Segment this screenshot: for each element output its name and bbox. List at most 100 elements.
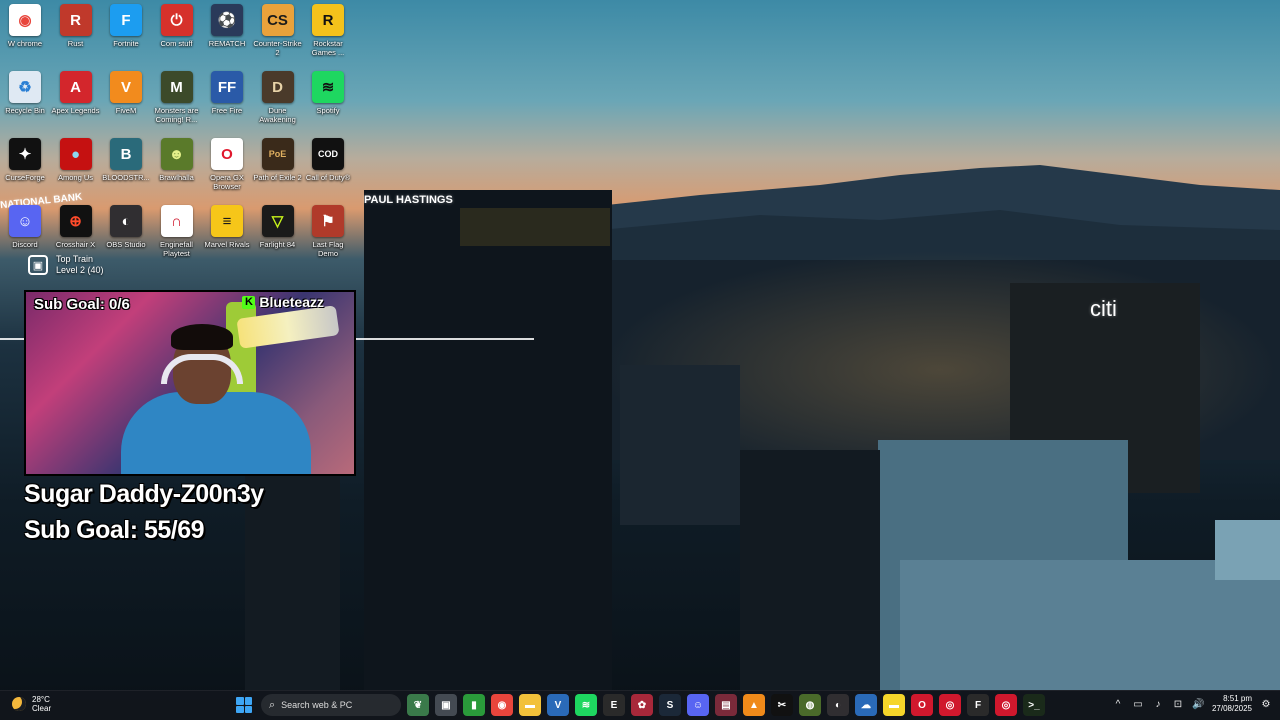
app-icon: COD xyxy=(312,138,344,170)
taskbar-epic-games-icon[interactable]: E xyxy=(603,694,625,716)
desktop-icon-label: Path of Exile 2 xyxy=(253,173,302,182)
taskbar-visual-studio-icon[interactable]: V xyxy=(547,694,569,716)
desktop-icon-label: Fortnite xyxy=(113,39,139,48)
desktop-icon-label: REMATCH xyxy=(208,39,246,48)
desktop-icon[interactable]: ◉ W chrome xyxy=(0,4,50,48)
tray-icon[interactable]: ⊡ xyxy=(1172,699,1184,710)
taskbar-spotify-icon[interactable]: ≋ xyxy=(575,694,597,716)
app-icon: ⚑ xyxy=(312,205,344,237)
app-icon: ≋ xyxy=(312,71,344,103)
top-train-widget[interactable]: ▣ Top Train Level 2 (40) xyxy=(28,254,104,276)
train-icon: ▣ xyxy=(28,255,48,275)
taskbar-red-app-icon[interactable]: ✿ xyxy=(631,694,653,716)
desktop-icon[interactable]: D Dune Awakening xyxy=(253,71,303,124)
desktop-icon-label: Opera GX Browser xyxy=(210,173,244,191)
desktop-icon[interactable]: R Rockstar Games ... xyxy=(303,4,353,57)
weather-desc: Clear xyxy=(32,704,52,713)
desktop-icon[interactable]: ⊕ Crosshair X xyxy=(51,205,101,249)
taskbar-leaf-widget-icon[interactable]: ❦ xyxy=(407,694,429,716)
taskbar-photo-app-icon[interactable]: ▤ xyxy=(715,694,737,716)
desktop-icon[interactable]: PoE Path of Exile 2 xyxy=(253,138,303,182)
desktop-icon-label: Com stuff xyxy=(160,39,193,48)
taskbar-red-app-3-icon[interactable]: ◎ xyxy=(995,694,1017,716)
overlay-sub-goal-text: Sub Goal: 55/69 xyxy=(24,516,205,544)
app-icon: ▽ xyxy=(261,205,294,237)
app-icon: ⚽ xyxy=(211,4,243,36)
desktop-icon[interactable]: R Rust xyxy=(51,4,101,48)
app-icon: ◐ xyxy=(110,205,142,237)
weather-widget[interactable]: 28°C Clear xyxy=(12,695,51,713)
taskbar-chrome-icon[interactable]: ◉ xyxy=(491,694,513,716)
desktop-icon[interactable]: ✦ CurseForge xyxy=(0,138,50,182)
weather-temp: 28°C xyxy=(32,695,50,704)
tray-icons: ^ ▭ ♪ ⊡ 🔊 xyxy=(1112,699,1205,710)
desktop-icon[interactable]: CS Counter-Strike 2 xyxy=(253,4,303,57)
paul-hastings-sign: PAUL HASTINGS xyxy=(364,194,453,206)
desktop-icon[interactable]: A Apex Legends xyxy=(51,71,101,115)
taskbar-faceit-icon[interactable]: F xyxy=(967,694,989,716)
taskbar-vlc-icon[interactable]: ▲ xyxy=(743,694,765,716)
taskbar-opera-gx-icon[interactable]: O xyxy=(911,694,933,716)
app-icon: ≡ xyxy=(211,205,243,237)
citi-sign: citi xyxy=(1090,296,1117,321)
taskbar-green-app-icon[interactable]: ◍ xyxy=(799,694,821,716)
taskbar-weather-app-icon[interactable]: ☁ xyxy=(855,694,877,716)
clock[interactable]: 8:51 pm 27/08/2025 xyxy=(1212,694,1252,714)
desktop-icon-label: Enginefall Playtest xyxy=(160,240,193,258)
desktop-icon[interactable]: ▽ Farlight 84 xyxy=(253,205,303,249)
desktop-icon-label: FiveM xyxy=(115,106,137,115)
taskbar-obs-icon[interactable]: ◐ xyxy=(827,694,849,716)
desktop-icon-label: Monsters are Coming! R... xyxy=(154,106,199,124)
desktop-icon[interactable]: O Opera GX Browser xyxy=(202,138,252,191)
desktop-icon[interactable]: ◐ OBS Studio xyxy=(101,205,151,249)
app-icon: ☻ xyxy=(160,138,193,170)
app-icon: D xyxy=(261,71,294,103)
desktop-icon[interactable]: M Monsters are Coming! R... xyxy=(152,71,202,124)
desktop-icon[interactable]: B BLOODSTR... xyxy=(101,138,151,182)
clock-date: 27/08/2025 xyxy=(1211,704,1252,713)
taskbar-red-app-2-icon[interactable]: ◎ xyxy=(939,694,961,716)
tray-icon[interactable]: ♪ xyxy=(1152,699,1164,710)
taskbar-center: ⌕ Search web & PC ❦ ▣ ▮ ◉ ▬ V ≋ E ✿ S ☺ ▤ ▲ ✂ ◍ ◐ ☁ ▬ O ◎ F ◎… xyxy=(233,694,1045,716)
search-placeholder: Search web & PC xyxy=(281,700,353,710)
desktop-icon-label: Brawlhalla xyxy=(159,173,194,182)
app-icon: ☺ xyxy=(9,205,41,237)
taskbar-task-view-icon[interactable]: ▣ xyxy=(435,694,457,716)
taskbar-discord-icon[interactable]: ☺ xyxy=(687,694,709,716)
desktop-icon[interactable]: ⚽ REMATCH xyxy=(202,4,252,48)
desktop-icon[interactable]: ≡ Marvel Rivals xyxy=(202,205,252,249)
taskbar-xbox-icon[interactable]: ▮ xyxy=(463,694,485,716)
taskbar-sticky-notes-icon[interactable]: ▬ xyxy=(883,694,905,716)
tray-icon[interactable]: ▭ xyxy=(1132,699,1144,710)
desktop-icon-label: Dune Awakening xyxy=(259,106,296,124)
desktop-icon[interactable]: ∩ Enginefall Playtest xyxy=(152,205,202,258)
desktop-icon[interactable]: ⚑ Last Flag Demo xyxy=(303,205,353,258)
tray-icon[interactable]: ^ xyxy=(1112,699,1124,710)
app-icon: CS xyxy=(261,4,294,36)
desktop-icon[interactable]: ☻ Brawlhalla xyxy=(152,138,202,182)
desktop-icon[interactable]: V FiveM xyxy=(101,71,151,115)
desktop-icon-label: Recycle Bin xyxy=(5,106,45,115)
desktop-icon-label: Spotify xyxy=(316,106,340,115)
desktop-icon[interactable]: ● Among Us xyxy=(51,138,101,182)
desktop-icon[interactable]: ☺ Discord xyxy=(0,205,50,249)
taskbar-capcut-icon[interactable]: ✂ xyxy=(771,694,793,716)
desktop-icon[interactable]: ♻ Recycle Bin xyxy=(0,71,50,115)
app-icon: ✦ xyxy=(9,138,41,170)
desktop-icon[interactable]: ⏻ Com stuff xyxy=(152,4,202,48)
start-button[interactable] xyxy=(233,694,255,716)
desktop-icon[interactable]: FF Free Fire xyxy=(202,71,252,115)
app-icon: A xyxy=(59,71,92,103)
notification-bell-icon[interactable]: ⚙ xyxy=(1260,699,1272,710)
taskbar-steam-icon[interactable]: S xyxy=(659,694,681,716)
taskbar-file-explorer-icon[interactable]: ▬ xyxy=(519,694,541,716)
desktop-icon-label: Rockstar Games ... xyxy=(311,39,345,57)
desktop-icon[interactable]: F Fortnite xyxy=(101,4,151,48)
tray-icon[interactable]: 🔊 xyxy=(1192,699,1204,710)
desktop-icon[interactable]: ≋ Spotify xyxy=(303,71,353,115)
taskbar-terminal-icon[interactable]: >_ xyxy=(1023,694,1045,716)
tower-crown xyxy=(460,208,610,246)
desktop-icon[interactable]: COD Call of Duty® xyxy=(303,138,353,182)
app-icon: R xyxy=(59,4,92,36)
search-box[interactable]: ⌕ Search web & PC xyxy=(261,694,401,716)
